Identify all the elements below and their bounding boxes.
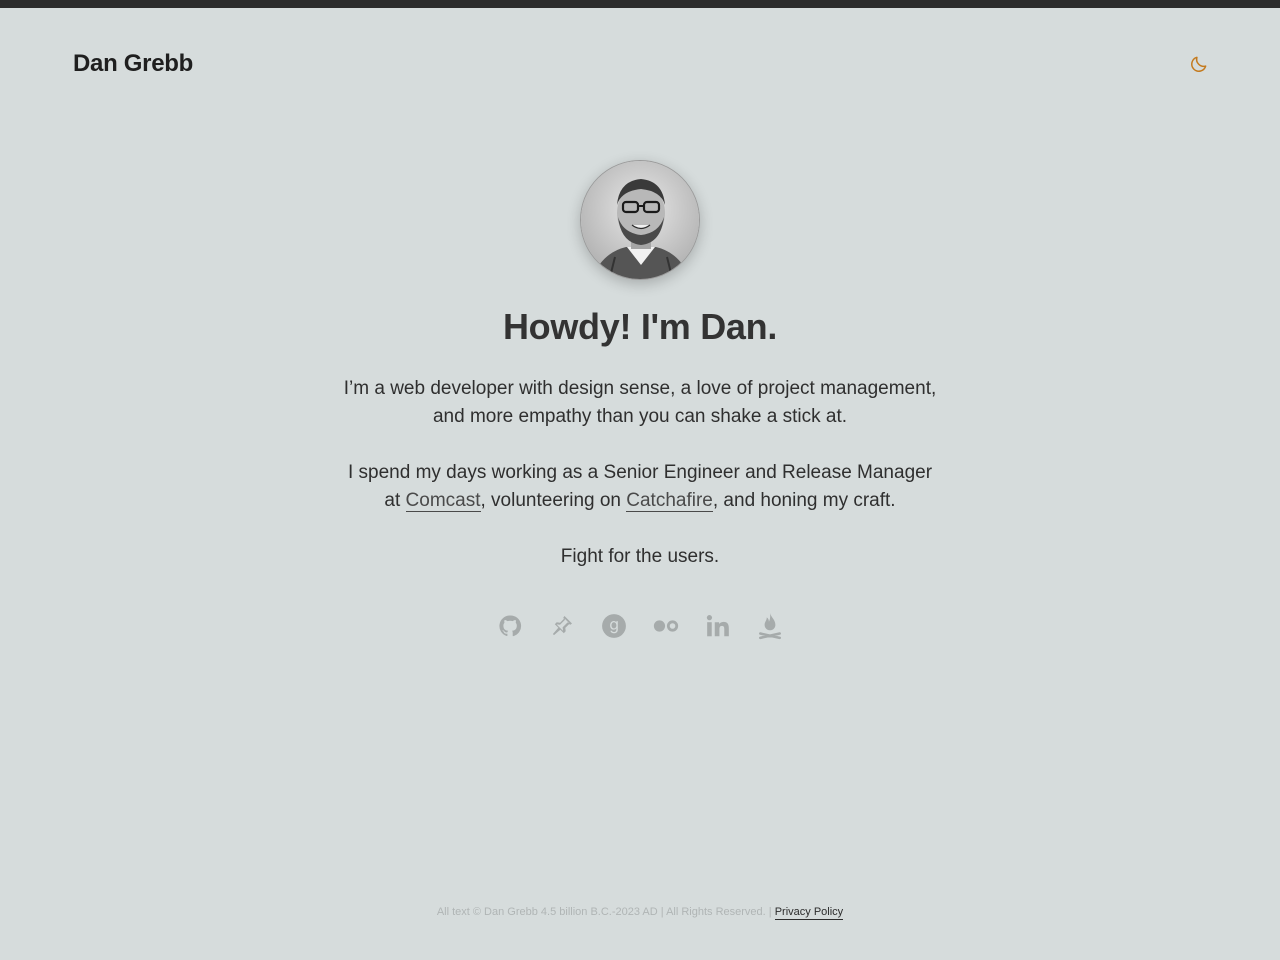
top-bar bbox=[0, 0, 1280, 8]
linkedin-link[interactable] bbox=[704, 610, 732, 642]
comcast-link[interactable]: Comcast bbox=[405, 490, 481, 512]
site-title-link[interactable]: Dan Grebb bbox=[73, 50, 193, 78]
linkedin-icon bbox=[706, 615, 729, 637]
catchafire-link[interactable]: Catchafire bbox=[626, 490, 713, 512]
pinboard-icon bbox=[552, 616, 572, 636]
github-link[interactable] bbox=[496, 610, 524, 642]
motto: Fight for the users. bbox=[560, 546, 720, 567]
footer: All text © Dan Grebb 4.5 billion B.C.-20… bbox=[0, 906, 1280, 920]
avatar bbox=[580, 160, 700, 280]
flickr-icon bbox=[653, 620, 679, 632]
page-headline: Howdy! I'm Dan. bbox=[502, 306, 778, 347]
copyright-text: All text © Dan Grebb 4.5 billion B.C.-20… bbox=[436, 906, 772, 918]
work-text-after: , and honing my craft. bbox=[712, 490, 896, 511]
goodreads-icon bbox=[602, 614, 626, 638]
work-text-middle: , volunteering on bbox=[480, 490, 627, 511]
campfire-link[interactable] bbox=[756, 610, 784, 642]
social-links bbox=[0, 610, 1280, 642]
github-icon bbox=[499, 615, 522, 637]
flickr-link[interactable] bbox=[652, 610, 680, 642]
pinboard-link[interactable] bbox=[548, 610, 576, 642]
theme-toggle-button[interactable] bbox=[1188, 55, 1210, 77]
campfire-icon bbox=[759, 613, 781, 640]
intro-paragraph: I’m a web developer with design sense, a… bbox=[343, 378, 937, 427]
privacy-policy-link[interactable]: Privacy Policy bbox=[774, 906, 844, 920]
moon-icon bbox=[1189, 54, 1209, 79]
goodreads-link[interactable] bbox=[600, 610, 628, 642]
work-paragraph: I spend my days working as a Senior Engi… bbox=[340, 459, 940, 515]
